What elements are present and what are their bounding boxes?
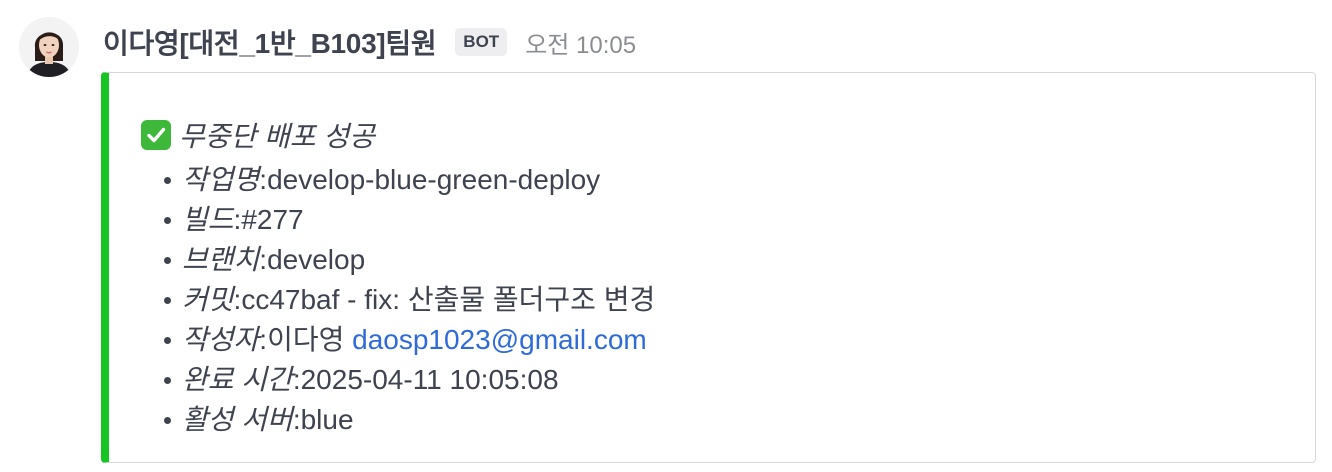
post-header: 이다영[대전_1반_B103]팀원 BOT 오전 10:05 <box>103 22 636 62</box>
username[interactable]: 이다영[대전_1반_B103]팀원 <box>103 22 437 62</box>
field-separator: : <box>259 244 268 275</box>
field-separator: : <box>233 204 242 235</box>
field-label: 브랜치 <box>182 244 260 275</box>
list-item: 브랜치: develop <box>161 240 655 280</box>
list-item: 빌드: #277 <box>161 200 655 240</box>
avatar-photo <box>19 17 79 77</box>
field-label: 작성자 <box>182 324 260 355</box>
list-item: 활성 서버: blue <box>161 400 655 440</box>
list-item: 작성자: 이다영 daosp1023@gmail.com <box>161 320 655 360</box>
field-label: 빌드 <box>182 204 234 235</box>
field-value: #277 <box>241 204 304 235</box>
field-value: cc47baf - fix: 산출물 폴더구조 변경 <box>241 284 656 315</box>
field-separator: : <box>233 284 242 315</box>
bullet-icon <box>164 176 171 184</box>
field-separator: : <box>259 324 268 355</box>
field-value: develop <box>267 244 366 275</box>
attachment-title: 무중단 배포 성공 <box>141 115 375 155</box>
field-label: 작업명 <box>182 164 260 195</box>
bullet-icon <box>164 416 171 424</box>
bot-badge: BOT <box>455 28 508 56</box>
field-value: blue <box>300 404 354 435</box>
email-link[interactable]: daosp1023@gmail.com <box>352 320 647 360</box>
bullet-icon <box>164 256 171 264</box>
bullet-icon <box>164 216 171 224</box>
field-separator: : <box>292 404 301 435</box>
bullet-icon <box>164 296 171 304</box>
bullet-icon <box>164 336 171 344</box>
list-item: 커밋: cc47baf - fix: 산출물 폴더구조 변경 <box>161 280 655 320</box>
message-attachment: 무중단 배포 성공 작업명: develop-blue-green-deploy… <box>101 72 1316 463</box>
field-value: develop-blue-green-deploy <box>267 164 601 195</box>
attachment-field-list: 작업명: develop-blue-green-deploy 빌드: #277 … <box>161 160 655 440</box>
field-value: 이다영 <box>267 324 353 355</box>
white-check-mark-icon <box>141 120 171 150</box>
post-timestamp[interactable]: 오전 10:05 <box>525 25 636 60</box>
field-separator: : <box>259 164 268 195</box>
message-post: 이다영[대전_1반_B103]팀원 BOT 오전 10:05 무중단 배포 성공… <box>0 0 1332 472</box>
field-label: 완료 시간 <box>182 364 293 395</box>
list-item: 완료 시간: 2025-04-11 10:05:08 <box>161 360 655 400</box>
list-item: 작업명: develop-blue-green-deploy <box>161 160 655 200</box>
bullet-icon <box>164 376 171 384</box>
field-value: 2025-04-11 10:05:08 <box>300 364 559 395</box>
attachment-title-text: 무중단 배포 성공 <box>179 121 375 152</box>
field-label: 활성 서버 <box>182 404 293 435</box>
avatar[interactable] <box>19 17 79 77</box>
field-label: 커밋 <box>182 284 234 315</box>
field-separator: : <box>292 364 301 395</box>
